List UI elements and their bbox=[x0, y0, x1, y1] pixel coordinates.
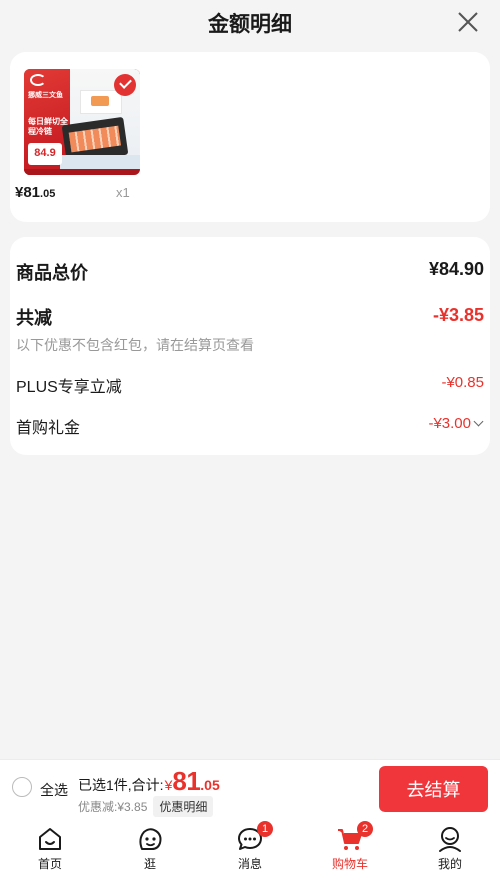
total-amount-int: 81 bbox=[172, 766, 201, 796]
product-thumbnail[interactable]: 挪威三文鱼 每日鲜切全程冷链 84.9 bbox=[24, 69, 140, 175]
tab-messages[interactable]: 1 消息 bbox=[200, 817, 300, 879]
checkout-bar: 全选 已选1件,合计: ¥ 81 .05 优惠减:¥3.85 优惠明细 去结算 bbox=[0, 759, 500, 817]
home-icon bbox=[39, 828, 61, 850]
discount-line: 优惠减:¥3.85 优惠明细 bbox=[78, 796, 214, 817]
product-price-dec: .05 bbox=[40, 188, 56, 200]
tab-label-cart: 购物车 bbox=[331, 857, 368, 871]
brand-logo-icon bbox=[30, 74, 46, 86]
thumb-package bbox=[80, 90, 122, 114]
thumb-footer bbox=[24, 169, 140, 175]
chevron-down-icon bbox=[473, 416, 484, 427]
checkout-button[interactable]: 去结算 bbox=[379, 766, 488, 812]
header: 金额明细 bbox=[0, 0, 500, 46]
profile-icon bbox=[439, 827, 461, 852]
discount-amount: 优惠减:¥3.85 bbox=[78, 800, 148, 814]
tab-cart[interactable]: 2 购物车 bbox=[300, 817, 400, 879]
tab-browse[interactable]: 逛 bbox=[100, 817, 200, 879]
product-price-int: 81 bbox=[23, 184, 41, 201]
select-all-radio[interactable] bbox=[12, 777, 32, 797]
first-purchase-value[interactable]: -¥3.00 bbox=[428, 415, 484, 432]
discount-detail-button[interactable]: 优惠明细 bbox=[153, 796, 214, 817]
reduce-label: 共减 bbox=[16, 308, 52, 328]
cart-badge: 2 bbox=[357, 821, 373, 837]
tab-label-browse: 逛 bbox=[143, 857, 156, 871]
tab-label-profile: 我的 bbox=[437, 857, 462, 871]
reduce-value: -¥3.85 bbox=[432, 305, 484, 325]
product-card: 挪威三文鱼 每日鲜切全程冷链 84.9 bbox=[10, 52, 490, 222]
tab-label-home: 首页 bbox=[37, 857, 62, 871]
selected-check-icon bbox=[114, 74, 136, 96]
discount-note: 以下优惠不包含红包，请在结算页查看 bbox=[16, 337, 254, 353]
tab-label-messages: 消息 bbox=[237, 857, 262, 871]
face-icon bbox=[139, 828, 162, 850]
first-purchase-amount: -¥3.00 bbox=[428, 415, 471, 432]
selected-count-text: 已选1件,合计: bbox=[78, 777, 164, 793]
product-quantity: x1 bbox=[116, 185, 130, 200]
tab-profile[interactable]: 我的 bbox=[400, 817, 500, 879]
plus-discount-label: PLUS专享立减 bbox=[16, 379, 122, 396]
total-value: ¥84.90 bbox=[428, 259, 484, 279]
tab-bar: 首页 逛 1 消息 2 购物车 我的 bbox=[0, 817, 500, 879]
first-purchase-label: 首购礼金 bbox=[16, 420, 81, 437]
close-icon[interactable] bbox=[456, 10, 480, 34]
select-all-label[interactable]: 全选 bbox=[40, 780, 68, 800]
total-label: 商品总价 bbox=[16, 263, 88, 283]
page-title: 金额明细 bbox=[208, 13, 292, 36]
thumb-price-tag: 84.9 bbox=[28, 143, 62, 165]
total-amount-dec: .05 bbox=[200, 777, 220, 793]
tab-home[interactable]: 首页 bbox=[0, 817, 100, 879]
plus-discount-value: -¥0.85 bbox=[441, 374, 484, 391]
checkout-total: 已选1件,合计: ¥ 81 .05 bbox=[78, 766, 220, 797]
total-currency: ¥ bbox=[164, 777, 173, 793]
product-price: ¥81.05 bbox=[15, 184, 55, 201]
thumb-title: 挪威三文鱼 bbox=[28, 92, 63, 99]
messages-badge: 1 bbox=[257, 821, 273, 837]
